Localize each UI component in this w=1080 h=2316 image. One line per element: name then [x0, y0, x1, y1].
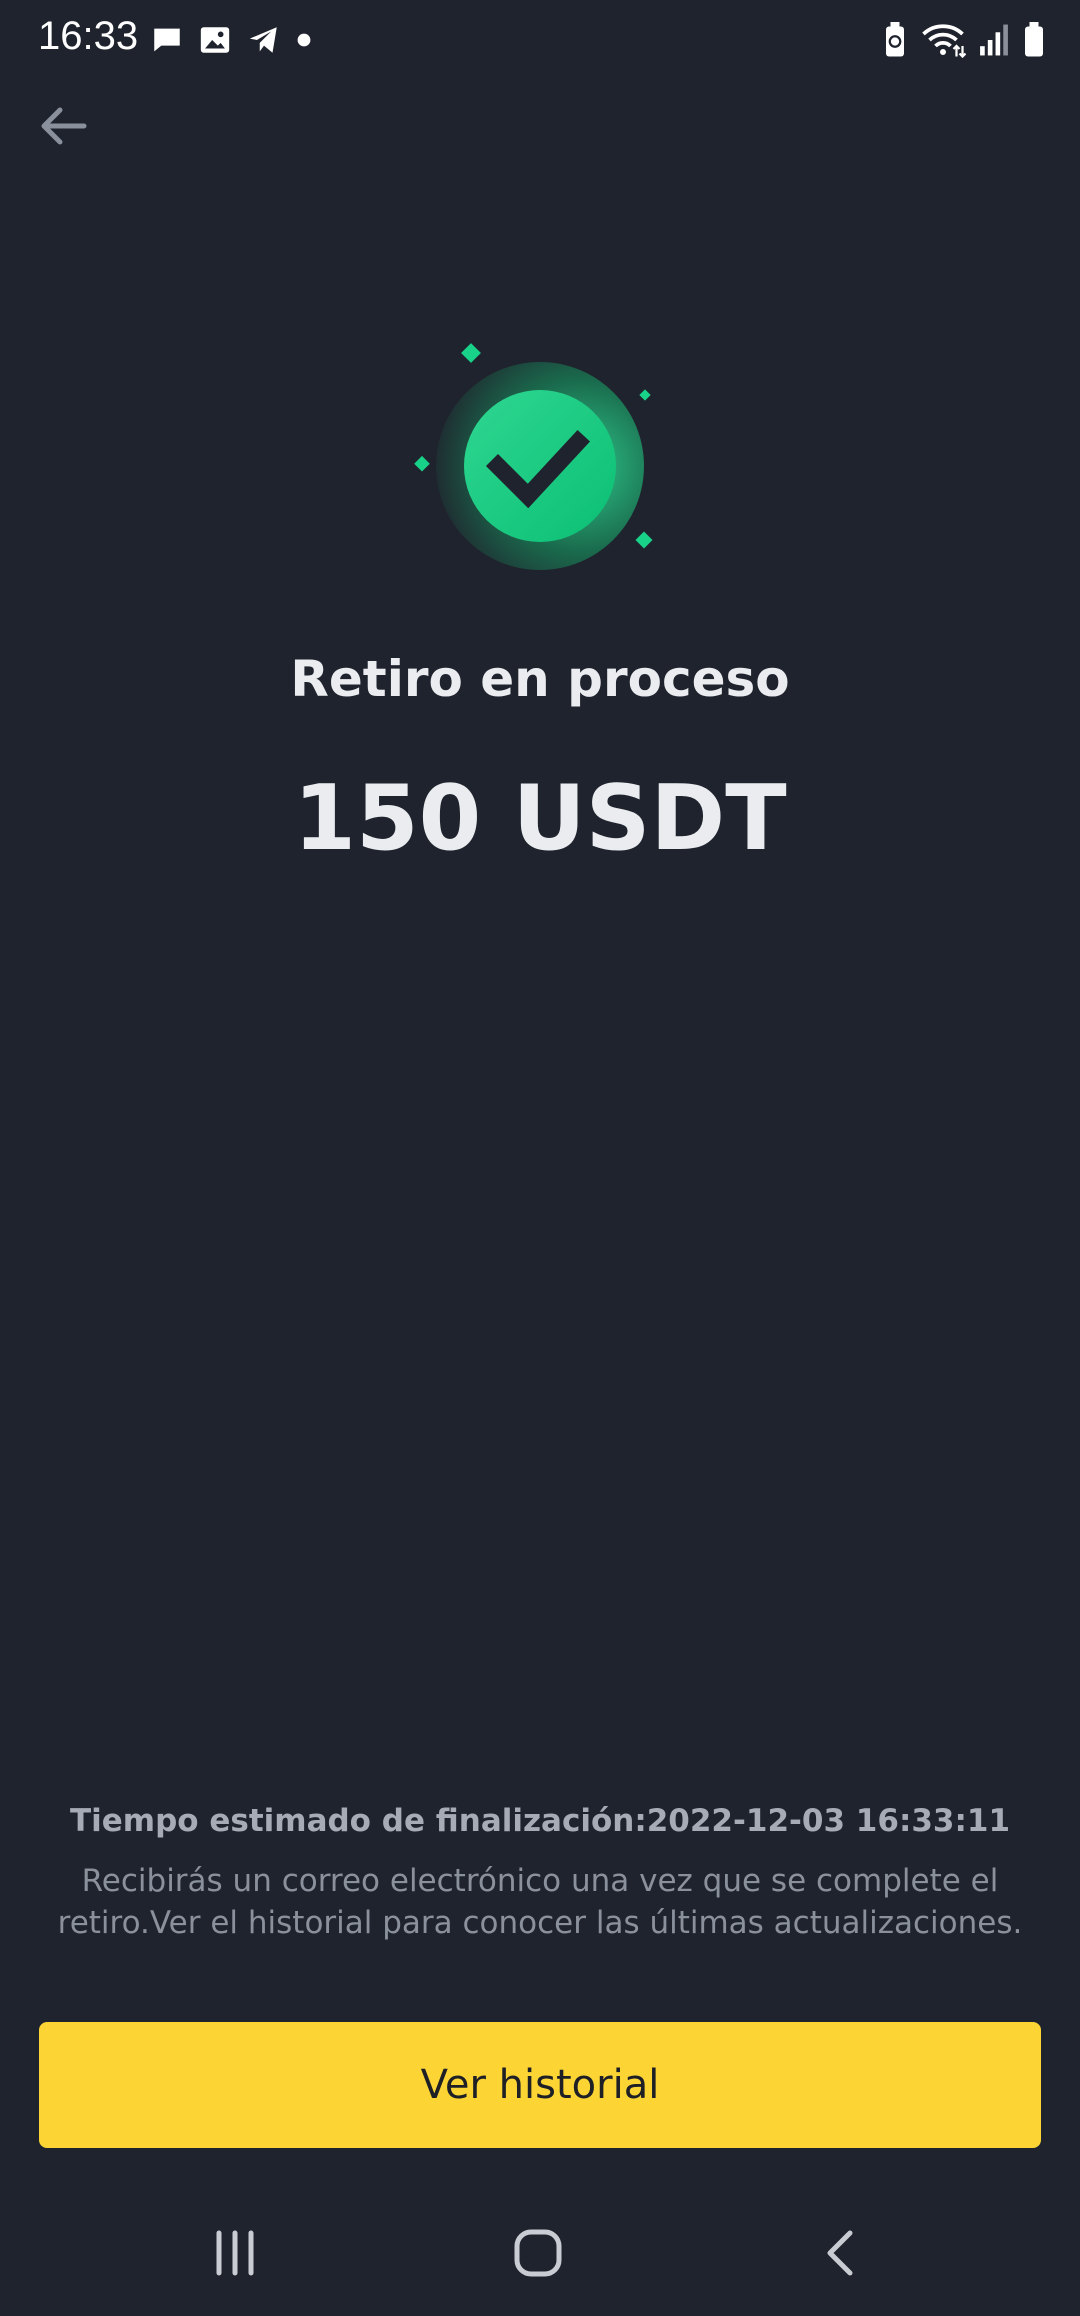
back-button[interactable] [30, 96, 94, 160]
page-title: Retiro en proceso [290, 650, 790, 708]
recents-icon [210, 2228, 260, 2282]
wifi-icon [920, 22, 966, 58]
battery-icon [1022, 22, 1046, 58]
success-illustration [400, 340, 660, 580]
email-notice: Recibirás un correo electrónico una vez … [57, 1863, 1023, 1941]
status-right-icons [882, 20, 1046, 60]
system-back-button[interactable] [795, 2220, 885, 2290]
estimated-completion-time: Tiempo estimado de finalización:2022-12-… [69, 1803, 1011, 1839]
image-icon [198, 23, 232, 57]
status-time: 16:33 [38, 14, 139, 58]
dot-icon [296, 32, 312, 48]
system-nav-bar [0, 2200, 1080, 2316]
battery-saver-icon [882, 22, 908, 58]
view-history-button[interactable]: Ver historial [39, 2022, 1041, 2148]
back-icon [820, 2228, 860, 2282]
status-left-icons [150, 20, 312, 60]
recents-button[interactable] [190, 2220, 280, 2290]
home-icon [512, 2227, 564, 2283]
chat-icon [150, 23, 184, 57]
signal-icon [978, 23, 1010, 57]
withdrawal-amount: 150 USDT [293, 766, 787, 871]
telegram-icon [246, 23, 282, 57]
home-button[interactable] [493, 2220, 583, 2290]
status-bar: 16:33 [0, 0, 1080, 80]
arrow-left-icon [36, 106, 88, 150]
